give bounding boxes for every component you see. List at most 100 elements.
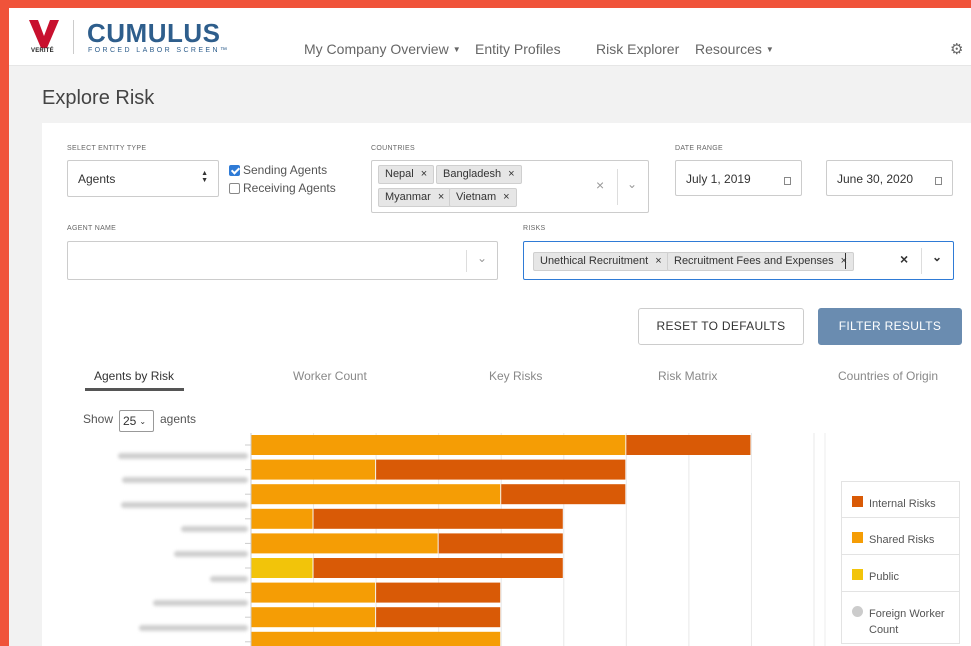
text-cursor — [845, 253, 846, 269]
countries-label: COUNTRIES — [371, 145, 415, 152]
app-title[interactable]: CUMULUS — [87, 19, 221, 47]
bar-segment[interactable] — [626, 435, 751, 455]
clear-countries-icon[interactable]: × — [596, 177, 604, 193]
nav-my-company-overview[interactable]: My Company Overview ▼ — [304, 41, 461, 57]
tab-key-risks[interactable]: Key Risks — [489, 369, 542, 383]
legend-swatch — [852, 496, 863, 507]
nav-label: Entity Profiles — [475, 41, 561, 57]
select-separator — [617, 169, 618, 205]
bar-segment[interactable] — [313, 558, 563, 578]
countries-multiselect[interactable]: Nepal × Bangladesh × Myanmar × Vietnam × × ⌄ — [371, 160, 649, 213]
legend-item-public[interactable]: Public — [841, 555, 960, 592]
start-date-value: July 1, 2019 — [686, 172, 751, 186]
bar-segment[interactable] — [376, 582, 501, 603]
legend-label: Public — [869, 571, 899, 583]
risks-multiselect[interactable]: Unethical Recruitment × Recruitment Fees … — [523, 241, 954, 280]
agents-by-risk-chart — [245, 433, 826, 646]
tag-label: Nepal — [385, 168, 414, 180]
legend-label: Shared Risks — [869, 534, 935, 546]
active-tab-indicator — [85, 388, 184, 391]
calendar-icon[interactable] — [935, 177, 942, 185]
chevron-down-icon[interactable]: ⌄ — [477, 251, 487, 265]
caret-down-icon: ▼ — [452, 45, 461, 54]
page-size-value: 25 — [123, 414, 137, 428]
entity-type-label: SELECT ENTITY TYPE — [67, 145, 147, 152]
nav-label: Resources — [695, 41, 762, 57]
sending-agents-label: Sending Agents — [243, 163, 328, 177]
bar-segment[interactable] — [251, 435, 626, 455]
legend-item-shared-risks[interactable]: Shared Risks — [841, 518, 960, 555]
bar-segment[interactable] — [251, 582, 376, 603]
legend-swatch — [852, 606, 863, 617]
receiving-agents-label: Receiving Agents — [243, 181, 336, 195]
receiving-agents-checkbox[interactable]: Receiving Agents — [229, 181, 336, 195]
legend-item-foreign-worker-count[interactable]: Foreign Worker Count — [841, 592, 960, 644]
bar-segment[interactable] — [376, 607, 501, 628]
tab-worker-count[interactable]: Worker Count — [293, 369, 367, 383]
nav-label: Risk Explorer — [596, 41, 680, 57]
risk-tag[interactable]: Recruitment Fees and Expenses × — [667, 252, 855, 271]
bar-segment[interactable] — [251, 533, 438, 554]
legend-label: Foreign Worker Count — [869, 608, 945, 636]
entity-type-select[interactable]: Agents ▲ ▼ — [67, 160, 219, 197]
tag-label: Myanmar — [385, 191, 431, 203]
tag-label: Vietnam — [456, 191, 497, 203]
app-window: VERITÉ CUMULUS FORCED LABOR SCREEN™ My C… — [9, 8, 971, 646]
verite-brand-text: VERITÉ — [31, 48, 54, 54]
remove-tag-icon[interactable]: × — [841, 255, 847, 267]
calendar-icon[interactable] — [784, 177, 791, 185]
nav-risk-explorer[interactable]: Risk Explorer — [596, 41, 679, 57]
country-tag[interactable]: Myanmar × — [378, 188, 452, 207]
tag-label: Bangladesh — [443, 168, 502, 180]
remove-tag-icon[interactable]: × — [503, 191, 509, 203]
country-tag[interactable]: Vietnam × — [449, 188, 517, 207]
bar-segment[interactable] — [251, 459, 376, 480]
app-subtitle: FORCED LABOR SCREEN™ — [88, 47, 230, 54]
bar-segment[interactable] — [501, 484, 626, 505]
remove-tag-icon[interactable]: × — [438, 191, 444, 203]
tab-agents-by-risk[interactable]: Agents by Risk — [94, 369, 174, 383]
checkbox-unchecked-icon — [229, 182, 240, 194]
tab-risk-matrix[interactable]: Risk Matrix — [658, 369, 717, 383]
gear-icon[interactable]: ⚙ — [950, 40, 963, 58]
remove-tag-icon[interactable]: × — [421, 168, 427, 180]
start-date-input[interactable]: July 1, 2019 — [675, 160, 802, 196]
end-date-input[interactable]: June 30, 2020 — [826, 160, 953, 196]
page-size-select[interactable]: 25 ⌄ — [119, 410, 154, 432]
logo-divider — [73, 20, 74, 54]
remove-tag-icon[interactable]: × — [508, 168, 514, 180]
bar-segment[interactable] — [251, 484, 501, 505]
show-suffix: agents — [160, 412, 197, 426]
legend-item-internal-risks[interactable]: Internal Risks — [841, 481, 960, 518]
country-tag[interactable]: Nepal × — [378, 165, 435, 184]
remove-tag-icon[interactable]: × — [655, 255, 661, 267]
bar-segment[interactable] — [251, 607, 376, 628]
bar-segment[interactable] — [376, 459, 626, 480]
legend-label: Internal Risks — [869, 498, 936, 510]
show-label: Show — [83, 412, 114, 426]
sending-agents-checkbox[interactable]: Sending Agents — [229, 163, 327, 177]
chevron-down-icon[interactable]: ⌄ — [932, 250, 942, 264]
country-tag[interactable]: Bangladesh × — [436, 165, 522, 184]
nav-resources[interactable]: Resources ▼ — [695, 41, 774, 57]
select-separator — [466, 250, 467, 272]
reset-to-defaults-button[interactable]: RESET TO DEFAULTS — [638, 308, 804, 345]
entity-type-value: Agents — [78, 172, 116, 186]
bar-segment[interactable] — [251, 508, 313, 529]
bar-segment[interactable] — [251, 631, 501, 646]
clear-risks-icon[interactable]: × — [900, 251, 908, 267]
risk-tag[interactable]: Unethical Recruitment × — [533, 252, 669, 271]
bar-segment[interactable] — [251, 558, 313, 578]
chevron-down-icon[interactable]: ⌄ — [627, 177, 637, 191]
top-navigation: VERITÉ CUMULUS FORCED LABOR SCREEN™ My C… — [9, 8, 971, 66]
tag-label: Recruitment Fees and Expenses — [674, 255, 834, 267]
tab-countries-of-origin[interactable]: Countries of Origin — [838, 369, 938, 383]
bar-segment[interactable] — [438, 533, 563, 554]
agent-name-select[interactable]: ⌄ — [67, 241, 498, 280]
nav-entity-profiles[interactable]: Entity Profiles — [475, 41, 561, 57]
caret-down-icon: ▼ — [765, 45, 774, 54]
filter-and-results-panel: SELECT ENTITY TYPE Agents ▲ ▼ Sending Age… — [42, 123, 971, 646]
filter-results-button[interactable]: FILTER RESULTS — [818, 308, 962, 345]
select-separator — [921, 248, 922, 274]
bar-segment[interactable] — [313, 508, 563, 529]
